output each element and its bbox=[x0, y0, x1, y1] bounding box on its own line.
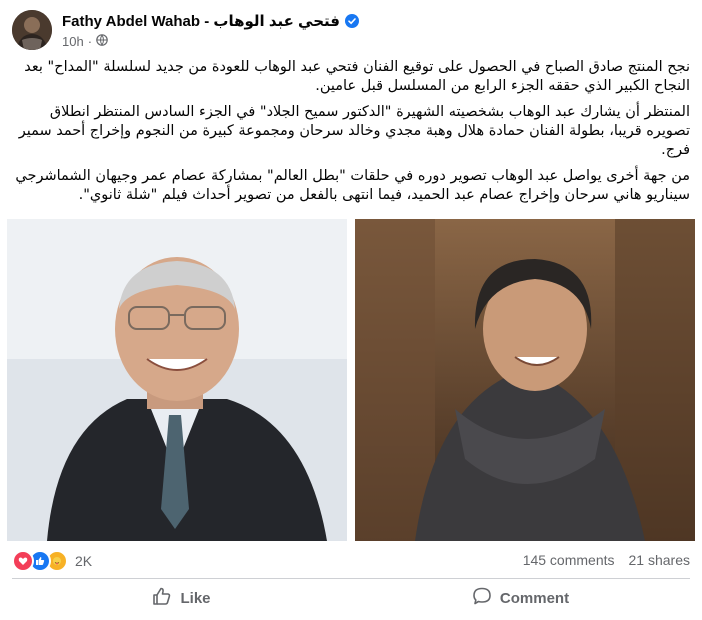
author-name-row[interactable]: Fathy Abdel Wahab - فتحي عبد الوهاب bbox=[62, 12, 359, 30]
post-photos bbox=[7, 219, 695, 541]
photo-man-in-scarf[interactable] bbox=[355, 219, 695, 541]
post-actions: Like Comment bbox=[12, 581, 690, 615]
engagement-counts: 145 comments 21 shares bbox=[523, 552, 690, 568]
post-stats: 2K 145 comments 21 shares bbox=[12, 549, 690, 573]
post-paragraph-2: المنتظر أن يشارك عبد الوهاب بشخصيته الشه… bbox=[18, 104, 690, 158]
reactions-count[interactable]: 2K bbox=[75, 553, 92, 569]
post-card: Fathy Abdel Wahab - فتحي عبد الوهاب 10h … bbox=[0, 0, 702, 620]
meta-separator: · bbox=[87, 34, 93, 49]
reactions-summary[interactable]: 2K bbox=[12, 550, 92, 572]
post-paragraph-3: من جهة أخرى يواصل عبد الوهاب تصوير دوره … bbox=[15, 168, 690, 203]
globe-icon[interactable] bbox=[96, 34, 108, 49]
actions-divider bbox=[12, 578, 690, 579]
author-name[interactable]: Fathy Abdel Wahab - فتحي عبد الوهاب bbox=[62, 12, 340, 30]
post-body: نجح المنتج صادق الصباح في الحصول على توق… bbox=[12, 58, 690, 212]
comment-button[interactable]: Comment bbox=[351, 581, 690, 615]
thumbs-up-icon bbox=[152, 586, 172, 610]
post-time[interactable]: 10h bbox=[62, 34, 84, 49]
like-label: Like bbox=[180, 589, 211, 607]
photo-man-in-suit[interactable] bbox=[7, 219, 347, 541]
shares-count[interactable]: 21 shares bbox=[629, 552, 690, 568]
verified-badge-icon bbox=[345, 14, 359, 28]
comments-count[interactable]: 145 comments bbox=[523, 552, 615, 568]
post-header: Fathy Abdel Wahab - فتحي عبد الوهاب 10h … bbox=[12, 10, 692, 52]
love-icon bbox=[12, 550, 34, 572]
author-avatar[interactable] bbox=[12, 10, 52, 50]
comment-bubble-icon bbox=[472, 586, 492, 610]
post-paragraph-1: نجح المنتج صادق الصباح في الحصول على توق… bbox=[24, 59, 690, 94]
comment-label: Comment bbox=[499, 589, 570, 607]
like-button[interactable]: Like bbox=[12, 581, 351, 615]
post-meta: 10h · bbox=[62, 34, 108, 49]
